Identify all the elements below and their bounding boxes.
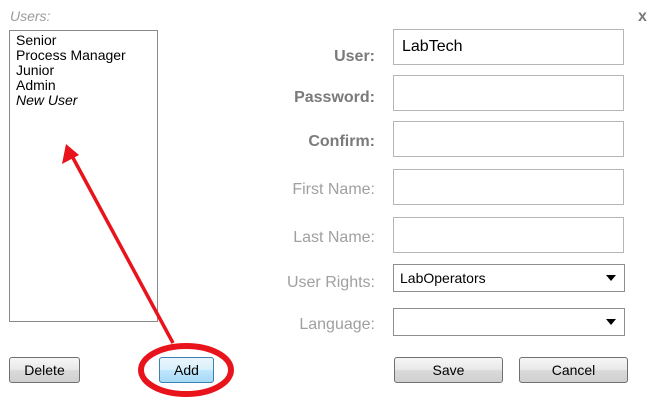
user-label: User:	[334, 48, 375, 65]
confirm-label: Confirm:	[308, 133, 375, 150]
chevron-down-icon[interactable]	[606, 275, 616, 281]
users-label: Users:	[10, 8, 51, 24]
user-field[interactable]	[393, 29, 624, 65]
chevron-down-icon[interactable]	[606, 319, 616, 325]
cancel-button[interactable]: Cancel	[519, 357, 628, 383]
user-rights-select[interactable]: LabOperators	[393, 264, 625, 292]
user-rights-label: User Rights:	[286, 274, 375, 291]
first-name-label: First Name:	[292, 181, 375, 198]
close-icon[interactable]: x	[638, 8, 647, 26]
password-label: Password:	[294, 89, 375, 106]
list-item-new-user[interactable]: New User	[16, 93, 157, 108]
list-item-process-manager[interactable]: Process Manager	[16, 48, 157, 63]
first-name-field[interactable]	[393, 169, 624, 205]
list-item-admin[interactable]: Admin	[16, 78, 157, 93]
language-select[interactable]	[393, 308, 625, 336]
list-item-senior[interactable]: Senior	[16, 33, 157, 48]
list-item-junior[interactable]: Junior	[16, 63, 157, 78]
last-name-label: Last Name:	[293, 229, 375, 246]
users-listbox[interactable]: Senior Process Manager Junior Admin New …	[9, 30, 158, 322]
save-button[interactable]: Save	[394, 357, 503, 383]
add-button[interactable]: Add	[159, 357, 214, 383]
password-field[interactable]	[393, 75, 624, 111]
last-name-field[interactable]	[393, 217, 624, 253]
delete-button[interactable]: Delete	[9, 357, 80, 383]
language-label: Language:	[299, 316, 375, 333]
confirm-field[interactable]	[393, 121, 624, 157]
user-rights-value: LabOperators	[400, 270, 486, 286]
